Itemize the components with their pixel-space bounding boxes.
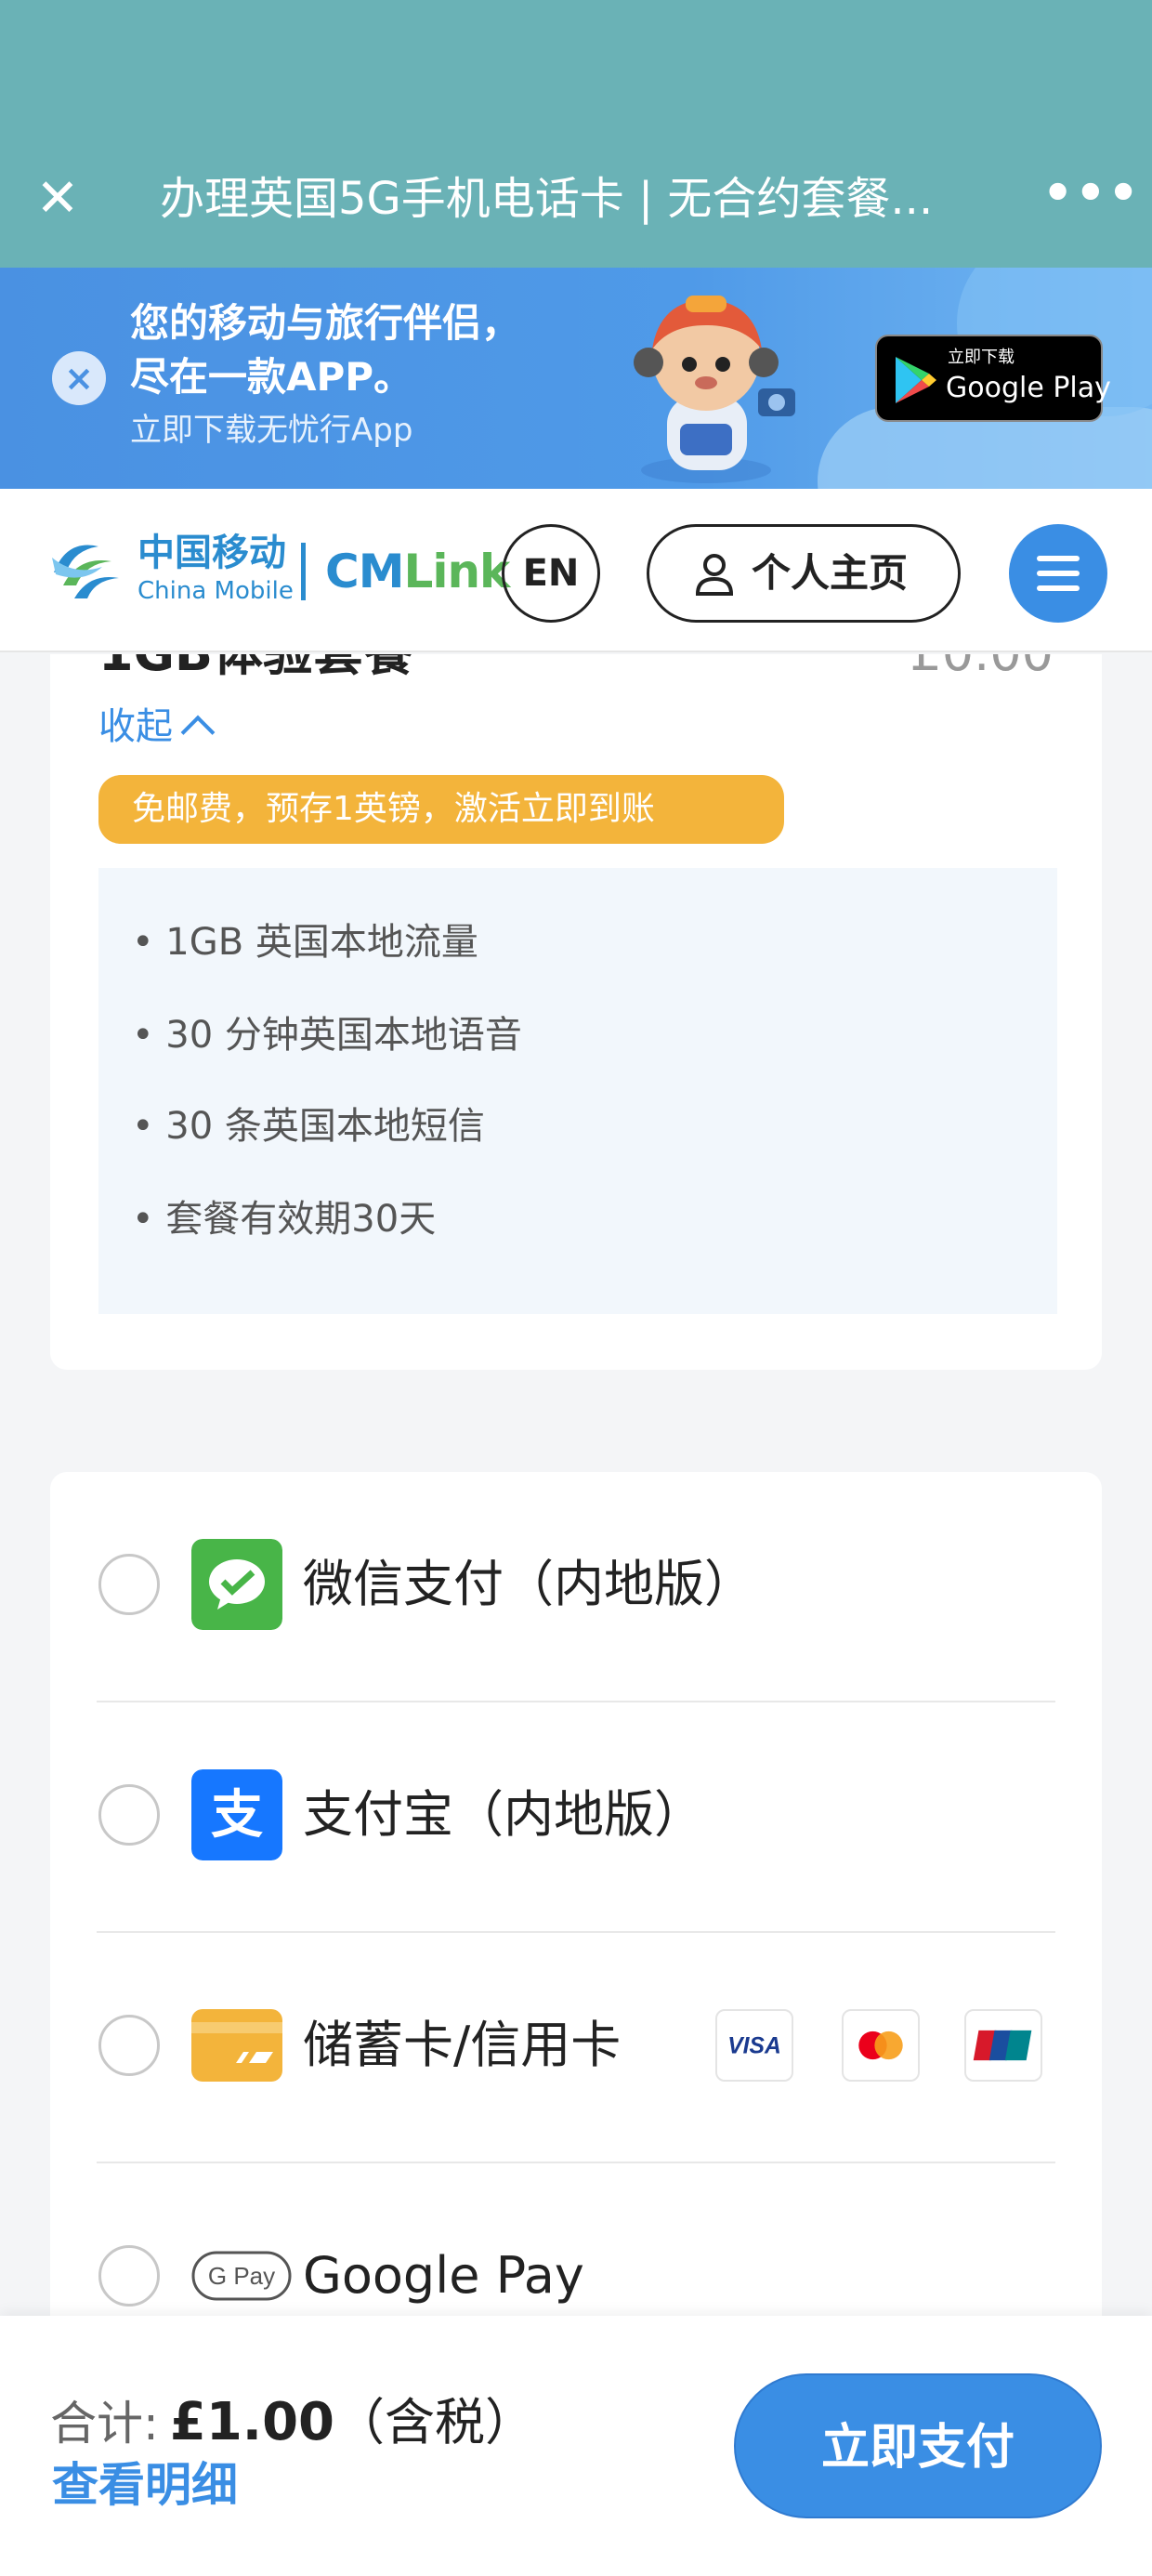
total-label: 合计: — [50, 2397, 159, 2451]
google-play-text: Google Play — [946, 372, 1111, 404]
visa-logo-text: VISA — [727, 2034, 781, 2059]
google-pay-badge-text: G Pay — [208, 2262, 275, 2290]
banner-headline-2: 尽在一款APP。 — [130, 354, 413, 400]
china-mobile-logo-icon[interactable] — [46, 530, 124, 608]
radio-button[interactable] — [98, 2245, 160, 2307]
svg-text:支: 支 — [211, 1785, 263, 1846]
package-name: 1GB体验套餐 — [98, 654, 413, 686]
payment-option-card[interactable]: 储蓄卡/信用卡 VISA — [50, 1933, 1102, 2163]
payment-option-label: Google Pay — [303, 2246, 584, 2305]
unionpay-logo-icon — [964, 2009, 1042, 2082]
logo-text-cn: 中国移动 — [137, 532, 286, 574]
google-play-badge[interactable]: 立即下载 Google Play — [875, 335, 1111, 422]
app-download-banner[interactable]: × 您的移动与旅行伴侣， 尽在一款APP。 立即下载无忧行App 立即下载 Go… — [0, 268, 1152, 489]
page-title: 办理英国5G手机电话卡 | 无合约套餐... — [160, 173, 934, 225]
visa-logo-icon: VISA — [715, 2009, 793, 2082]
total-value: £1.00 — [169, 2392, 334, 2452]
alipay-icon: 支 — [191, 1769, 282, 1860]
radio-button[interactable] — [98, 2015, 160, 2076]
chevron-up-icon — [180, 715, 216, 750]
google-pay-icon: G Pay — [191, 2251, 292, 2301]
feature-item: • 套餐有效期30天 — [132, 1198, 437, 1241]
logo-divider — [301, 543, 306, 600]
language-toggle-button[interactable]: EN — [502, 524, 600, 623]
cmlink-logo[interactable]: CMLink — [325, 543, 510, 600]
radio-button[interactable] — [98, 1554, 160, 1615]
feature-item: • 30 分钟英国本地语音 — [132, 1014, 522, 1057]
feature-item: • 30 条英国本地短信 — [132, 1105, 485, 1148]
google-play-icon — [896, 357, 936, 403]
user-icon — [695, 554, 734, 596]
unionpay-logo-icon — [973, 2030, 1032, 2061]
site-header: 中国移动 China Mobile CMLink EN 个人主页 — [0, 489, 1152, 652]
mastercard-logo-icon — [842, 2009, 920, 2082]
wechat-pay-icon — [191, 1539, 282, 1630]
menu-icon-line — [1037, 556, 1080, 561]
payment-option-label: 支付宝（内地版） — [303, 1785, 704, 1844]
profile-button[interactable]: 个人主页 — [647, 524, 961, 623]
view-details-link[interactable]: 查看明细 — [52, 2455, 238, 2515]
close-icon[interactable]: ✕ — [32, 173, 84, 225]
feature-list: • 1GB 英国本地流量 • 30 分钟英国本地语音 • 30 条英国本地短信 … — [98, 868, 1057, 1314]
mascot-illustration — [634, 296, 795, 483]
menu-button[interactable] — [1009, 524, 1107, 623]
cmlink-logo-link: Link — [403, 545, 510, 598]
profile-label: 个人主页 — [752, 550, 909, 596]
cmlink-logo-cm: CM — [325, 545, 404, 598]
promo-badge: 免邮费，预存1英镑，激活立即到账 — [98, 775, 784, 844]
menu-icon-line — [1037, 571, 1080, 576]
collapse-toggle[interactable]: 收起 — [98, 701, 216, 753]
more-icon[interactable]: ••• — [1042, 169, 1139, 223]
feature-item: • 1GB 英国本地流量 — [132, 921, 478, 964]
package-card: 1GB体验套餐 £0.00 收起 免邮费，预存1英镑，激活立即到账 • 1GB … — [50, 654, 1102, 1370]
banner-subtext: 立即下载无忧行App — [130, 412, 413, 449]
payment-option-wechat[interactable]: 微信支付（内地版） — [50, 1472, 1102, 1702]
mastercard-logo-icon — [858, 2031, 903, 2060]
visa-logo-icon: VISA — [727, 2034, 781, 2059]
google-play-small-text: 立即下载 — [948, 348, 1015, 367]
pay-now-button[interactable]: 立即支付 — [734, 2373, 1102, 2518]
total-tax-note: （含税） — [334, 2393, 535, 2451]
logo-text-en: China Mobile — [137, 577, 294, 605]
collapse-label: 收起 — [98, 705, 173, 748]
radio-button[interactable] — [98, 1784, 160, 1846]
payment-option-label: 储蓄卡/信用卡 — [303, 2016, 622, 2074]
app-top-bar: ✕ 办理英国5G手机电话卡 | 无合约套餐... ••• — [0, 0, 1152, 268]
payment-option-label: 微信支付（内地版） — [303, 1555, 754, 1613]
checkout-bar: 合计: £1.00（含税） 查看明细 立即支付 — [0, 2316, 1152, 2576]
total-amount: 合计: £1.00（含税） — [50, 2381, 535, 2454]
payment-option-alipay[interactable]: 支 支付宝（内地版） — [50, 1702, 1102, 1933]
package-price: £0.00 — [910, 654, 1054, 686]
menu-icon-line — [1037, 585, 1080, 591]
banner-close-icon[interactable]: × — [52, 351, 106, 405]
banner-headline: 您的移动与旅行伴侣， — [130, 300, 521, 346]
bank-card-icon — [191, 2009, 282, 2082]
